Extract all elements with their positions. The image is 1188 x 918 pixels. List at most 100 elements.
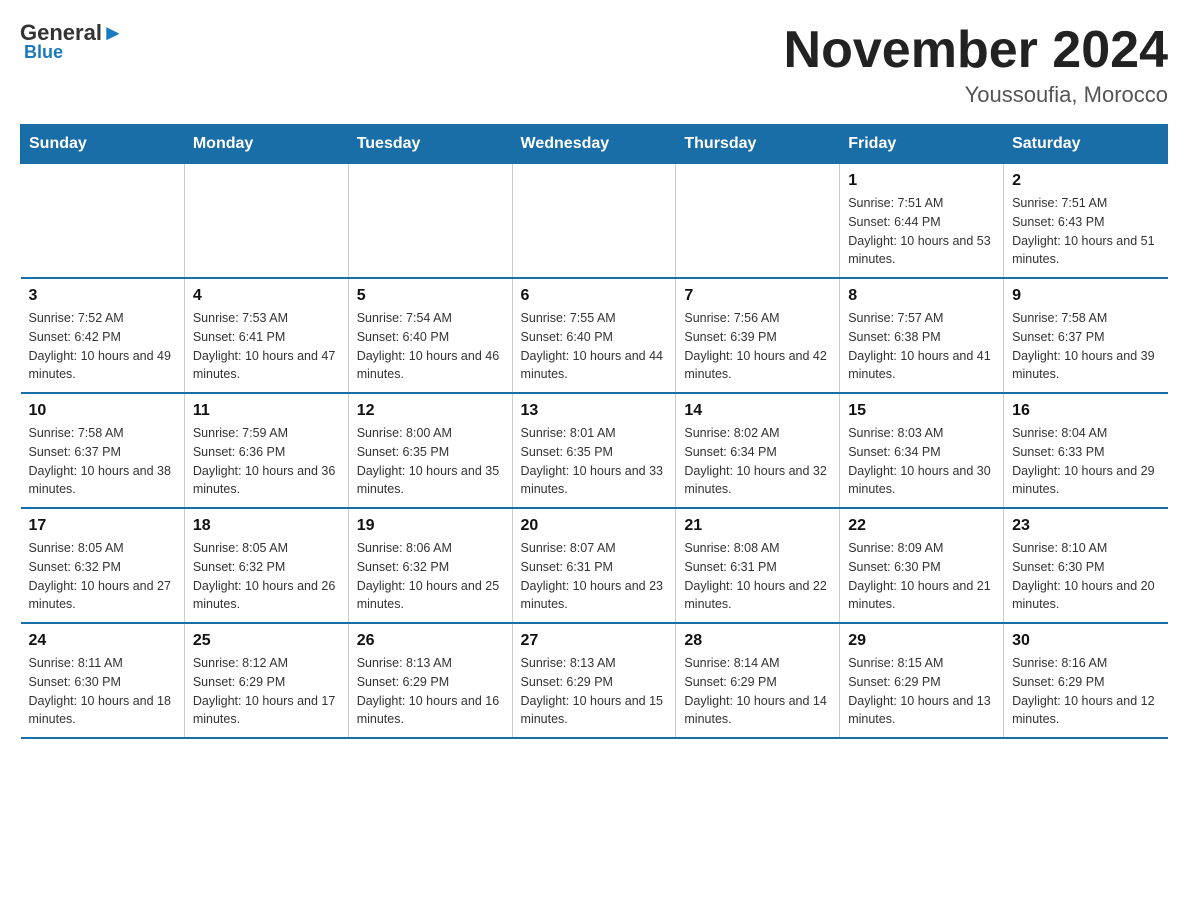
calendar-cell: 15 Sunrise: 8:03 AMSunset: 6:34 PMDayligh… — [840, 393, 1004, 508]
day-header-thursday: Thursday — [676, 125, 840, 164]
calendar-cell: 25 Sunrise: 8:12 AMSunset: 6:29 PMDayligh… — [184, 623, 348, 738]
calendar-week-2: 3 Sunrise: 7:52 AMSunset: 6:42 PMDaylight… — [21, 278, 1168, 393]
day-info: Sunrise: 8:16 AMSunset: 6:29 PMDaylight:… — [1012, 654, 1159, 729]
calendar-week-1: 1Sunrise: 7:51 AMSunset: 6:44 PMDaylight… — [21, 164, 1168, 279]
calendar-cell: 21 Sunrise: 8:08 AMSunset: 6:31 PMDayligh… — [676, 508, 840, 623]
logo: General ► Blue — [20, 20, 124, 63]
calendar-cell: 29Sunrise: 8:15 AMSunset: 6:29 PMDayligh… — [840, 623, 1004, 738]
day-number: 9 — [1012, 287, 1159, 305]
calendar-cell: 5 Sunrise: 7:54 AMSunset: 6:40 PMDaylight… — [348, 278, 512, 393]
calendar-cell: 18 Sunrise: 8:05 AMSunset: 6:32 PMDayligh… — [184, 508, 348, 623]
calendar-cell: 14 Sunrise: 8:02 AMSunset: 6:34 PMDayligh… — [676, 393, 840, 508]
day-header-friday: Friday — [840, 125, 1004, 164]
day-number: 6 — [521, 287, 668, 305]
day-info: Sunrise: 8:08 AMSunset: 6:31 PMDaylight:… — [684, 539, 831, 614]
calendar-cell: 4Sunrise: 7:53 AMSunset: 6:41 PMDaylight… — [184, 278, 348, 393]
calendar-cell — [348, 164, 512, 279]
title-block: November 2024 Youssoufia, Morocco — [784, 20, 1168, 108]
day-number: 18 — [193, 517, 340, 535]
day-number: 3 — [29, 287, 176, 305]
day-number: 14 — [684, 402, 831, 420]
calendar-cell: 1Sunrise: 7:51 AMSunset: 6:44 PMDaylight… — [840, 164, 1004, 279]
day-info: Sunrise: 8:11 AMSunset: 6:30 PMDaylight:… — [29, 654, 176, 729]
day-info: Sunrise: 7:51 AMSunset: 6:43 PMDaylight:… — [1012, 194, 1159, 269]
calendar-cell: 17 Sunrise: 8:05 AMSunset: 6:32 PMDayligh… — [21, 508, 185, 623]
page-header: General ► Blue November 2024 Youssoufia,… — [20, 20, 1168, 108]
day-info: Sunrise: 7:59 AMSunset: 6:36 PMDaylight:… — [193, 424, 340, 499]
day-info: Sunrise: 8:05 AMSunset: 6:32 PMDaylight:… — [29, 539, 176, 614]
day-info: Sunrise: 8:15 AMSunset: 6:29 PMDaylight:… — [848, 654, 995, 729]
day-info: Sunrise: 8:05 AMSunset: 6:32 PMDaylight:… — [193, 539, 340, 614]
day-number: 2 — [1012, 172, 1159, 190]
calendar-cell: 30 Sunrise: 8:16 AMSunset: 6:29 PMDayligh… — [1004, 623, 1168, 738]
day-header-monday: Monday — [184, 125, 348, 164]
day-info: Sunrise: 8:01 AMSunset: 6:35 PMDaylight:… — [521, 424, 668, 499]
calendar-week-3: 10 Sunrise: 7:58 AMSunset: 6:37 PMDayligh… — [21, 393, 1168, 508]
calendar-week-4: 17 Sunrise: 8:05 AMSunset: 6:32 PMDayligh… — [21, 508, 1168, 623]
day-number: 27 — [521, 632, 668, 650]
day-number: 1 — [848, 172, 995, 190]
location-title: Youssoufia, Morocco — [784, 82, 1168, 108]
calendar-cell: 7 Sunrise: 7:56 AMSunset: 6:39 PMDaylight… — [676, 278, 840, 393]
logo-blue-word: Blue — [20, 42, 63, 63]
day-number: 24 — [29, 632, 176, 650]
day-number: 25 — [193, 632, 340, 650]
calendar-cell: 22Sunrise: 8:09 AMSunset: 6:30 PMDayligh… — [840, 508, 1004, 623]
day-info: Sunrise: 7:58 AMSunset: 6:37 PMDaylight:… — [1012, 309, 1159, 384]
calendar-cell: 20 Sunrise: 8:07 AMSunset: 6:31 PMDayligh… — [512, 508, 676, 623]
day-number: 23 — [1012, 517, 1159, 535]
calendar-cell: 12 Sunrise: 8:00 AMSunset: 6:35 PMDayligh… — [348, 393, 512, 508]
day-number: 12 — [357, 402, 504, 420]
day-info: Sunrise: 7:55 AMSunset: 6:40 PMDaylight:… — [521, 309, 668, 384]
calendar-cell: 11 Sunrise: 7:59 AMSunset: 6:36 PMDayligh… — [184, 393, 348, 508]
day-header-sunday: Sunday — [21, 125, 185, 164]
calendar-table: SundayMondayTuesdayWednesdayThursdayFrid… — [20, 124, 1168, 739]
calendar-cell: 26 Sunrise: 8:13 AMSunset: 6:29 PMDayligh… — [348, 623, 512, 738]
month-title: November 2024 — [784, 20, 1168, 80]
calendar-cell: 10 Sunrise: 7:58 AMSunset: 6:37 PMDayligh… — [21, 393, 185, 508]
day-number: 11 — [193, 402, 340, 420]
day-info: Sunrise: 8:00 AMSunset: 6:35 PMDaylight:… — [357, 424, 504, 499]
day-info: Sunrise: 8:13 AMSunset: 6:29 PMDaylight:… — [357, 654, 504, 729]
calendar-cell — [512, 164, 676, 279]
day-number: 21 — [684, 517, 831, 535]
calendar-header-row: SundayMondayTuesdayWednesdayThursdayFrid… — [21, 125, 1168, 164]
day-info: Sunrise: 8:03 AMSunset: 6:34 PMDaylight:… — [848, 424, 995, 499]
day-header-tuesday: Tuesday — [348, 125, 512, 164]
day-number: 15 — [848, 402, 995, 420]
calendar-cell — [21, 164, 185, 279]
calendar-cell: 8Sunrise: 7:57 AMSunset: 6:38 PMDaylight… — [840, 278, 1004, 393]
day-info: Sunrise: 7:56 AMSunset: 6:39 PMDaylight:… — [684, 309, 831, 384]
day-number: 10 — [29, 402, 176, 420]
calendar-week-5: 24 Sunrise: 8:11 AMSunset: 6:30 PMDayligh… — [21, 623, 1168, 738]
logo-blue-text: ► — [102, 20, 124, 46]
day-number: 8 — [848, 287, 995, 305]
day-number: 28 — [684, 632, 831, 650]
day-info: Sunrise: 7:58 AMSunset: 6:37 PMDaylight:… — [29, 424, 176, 499]
day-info: Sunrise: 8:13 AMSunset: 6:29 PMDaylight:… — [521, 654, 668, 729]
day-number: 30 — [1012, 632, 1159, 650]
day-info: Sunrise: 7:52 AMSunset: 6:42 PMDaylight:… — [29, 309, 176, 384]
day-info: Sunrise: 8:07 AMSunset: 6:31 PMDaylight:… — [521, 539, 668, 614]
day-number: 13 — [521, 402, 668, 420]
day-info: Sunrise: 7:54 AMSunset: 6:40 PMDaylight:… — [357, 309, 504, 384]
calendar-cell: 19 Sunrise: 8:06 AMSunset: 6:32 PMDayligh… — [348, 508, 512, 623]
calendar-cell: 28Sunrise: 8:14 AMSunset: 6:29 PMDayligh… — [676, 623, 840, 738]
calendar-cell: 23Sunrise: 8:10 AMSunset: 6:30 PMDayligh… — [1004, 508, 1168, 623]
day-number: 20 — [521, 517, 668, 535]
day-number: 7 — [684, 287, 831, 305]
day-number: 5 — [357, 287, 504, 305]
day-info: Sunrise: 8:12 AMSunset: 6:29 PMDaylight:… — [193, 654, 340, 729]
day-number: 17 — [29, 517, 176, 535]
day-info: Sunrise: 8:02 AMSunset: 6:34 PMDaylight:… — [684, 424, 831, 499]
day-header-saturday: Saturday — [1004, 125, 1168, 164]
day-number: 26 — [357, 632, 504, 650]
day-number: 4 — [193, 287, 340, 305]
calendar-cell: 24 Sunrise: 8:11 AMSunset: 6:30 PMDayligh… — [21, 623, 185, 738]
calendar-cell: 16Sunrise: 8:04 AMSunset: 6:33 PMDayligh… — [1004, 393, 1168, 508]
calendar-cell: 9 Sunrise: 7:58 AMSunset: 6:37 PMDaylight… — [1004, 278, 1168, 393]
day-number: 19 — [357, 517, 504, 535]
day-info: Sunrise: 8:06 AMSunset: 6:32 PMDaylight:… — [357, 539, 504, 614]
calendar-cell: 2 Sunrise: 7:51 AMSunset: 6:43 PMDaylight… — [1004, 164, 1168, 279]
day-number: 16 — [1012, 402, 1159, 420]
